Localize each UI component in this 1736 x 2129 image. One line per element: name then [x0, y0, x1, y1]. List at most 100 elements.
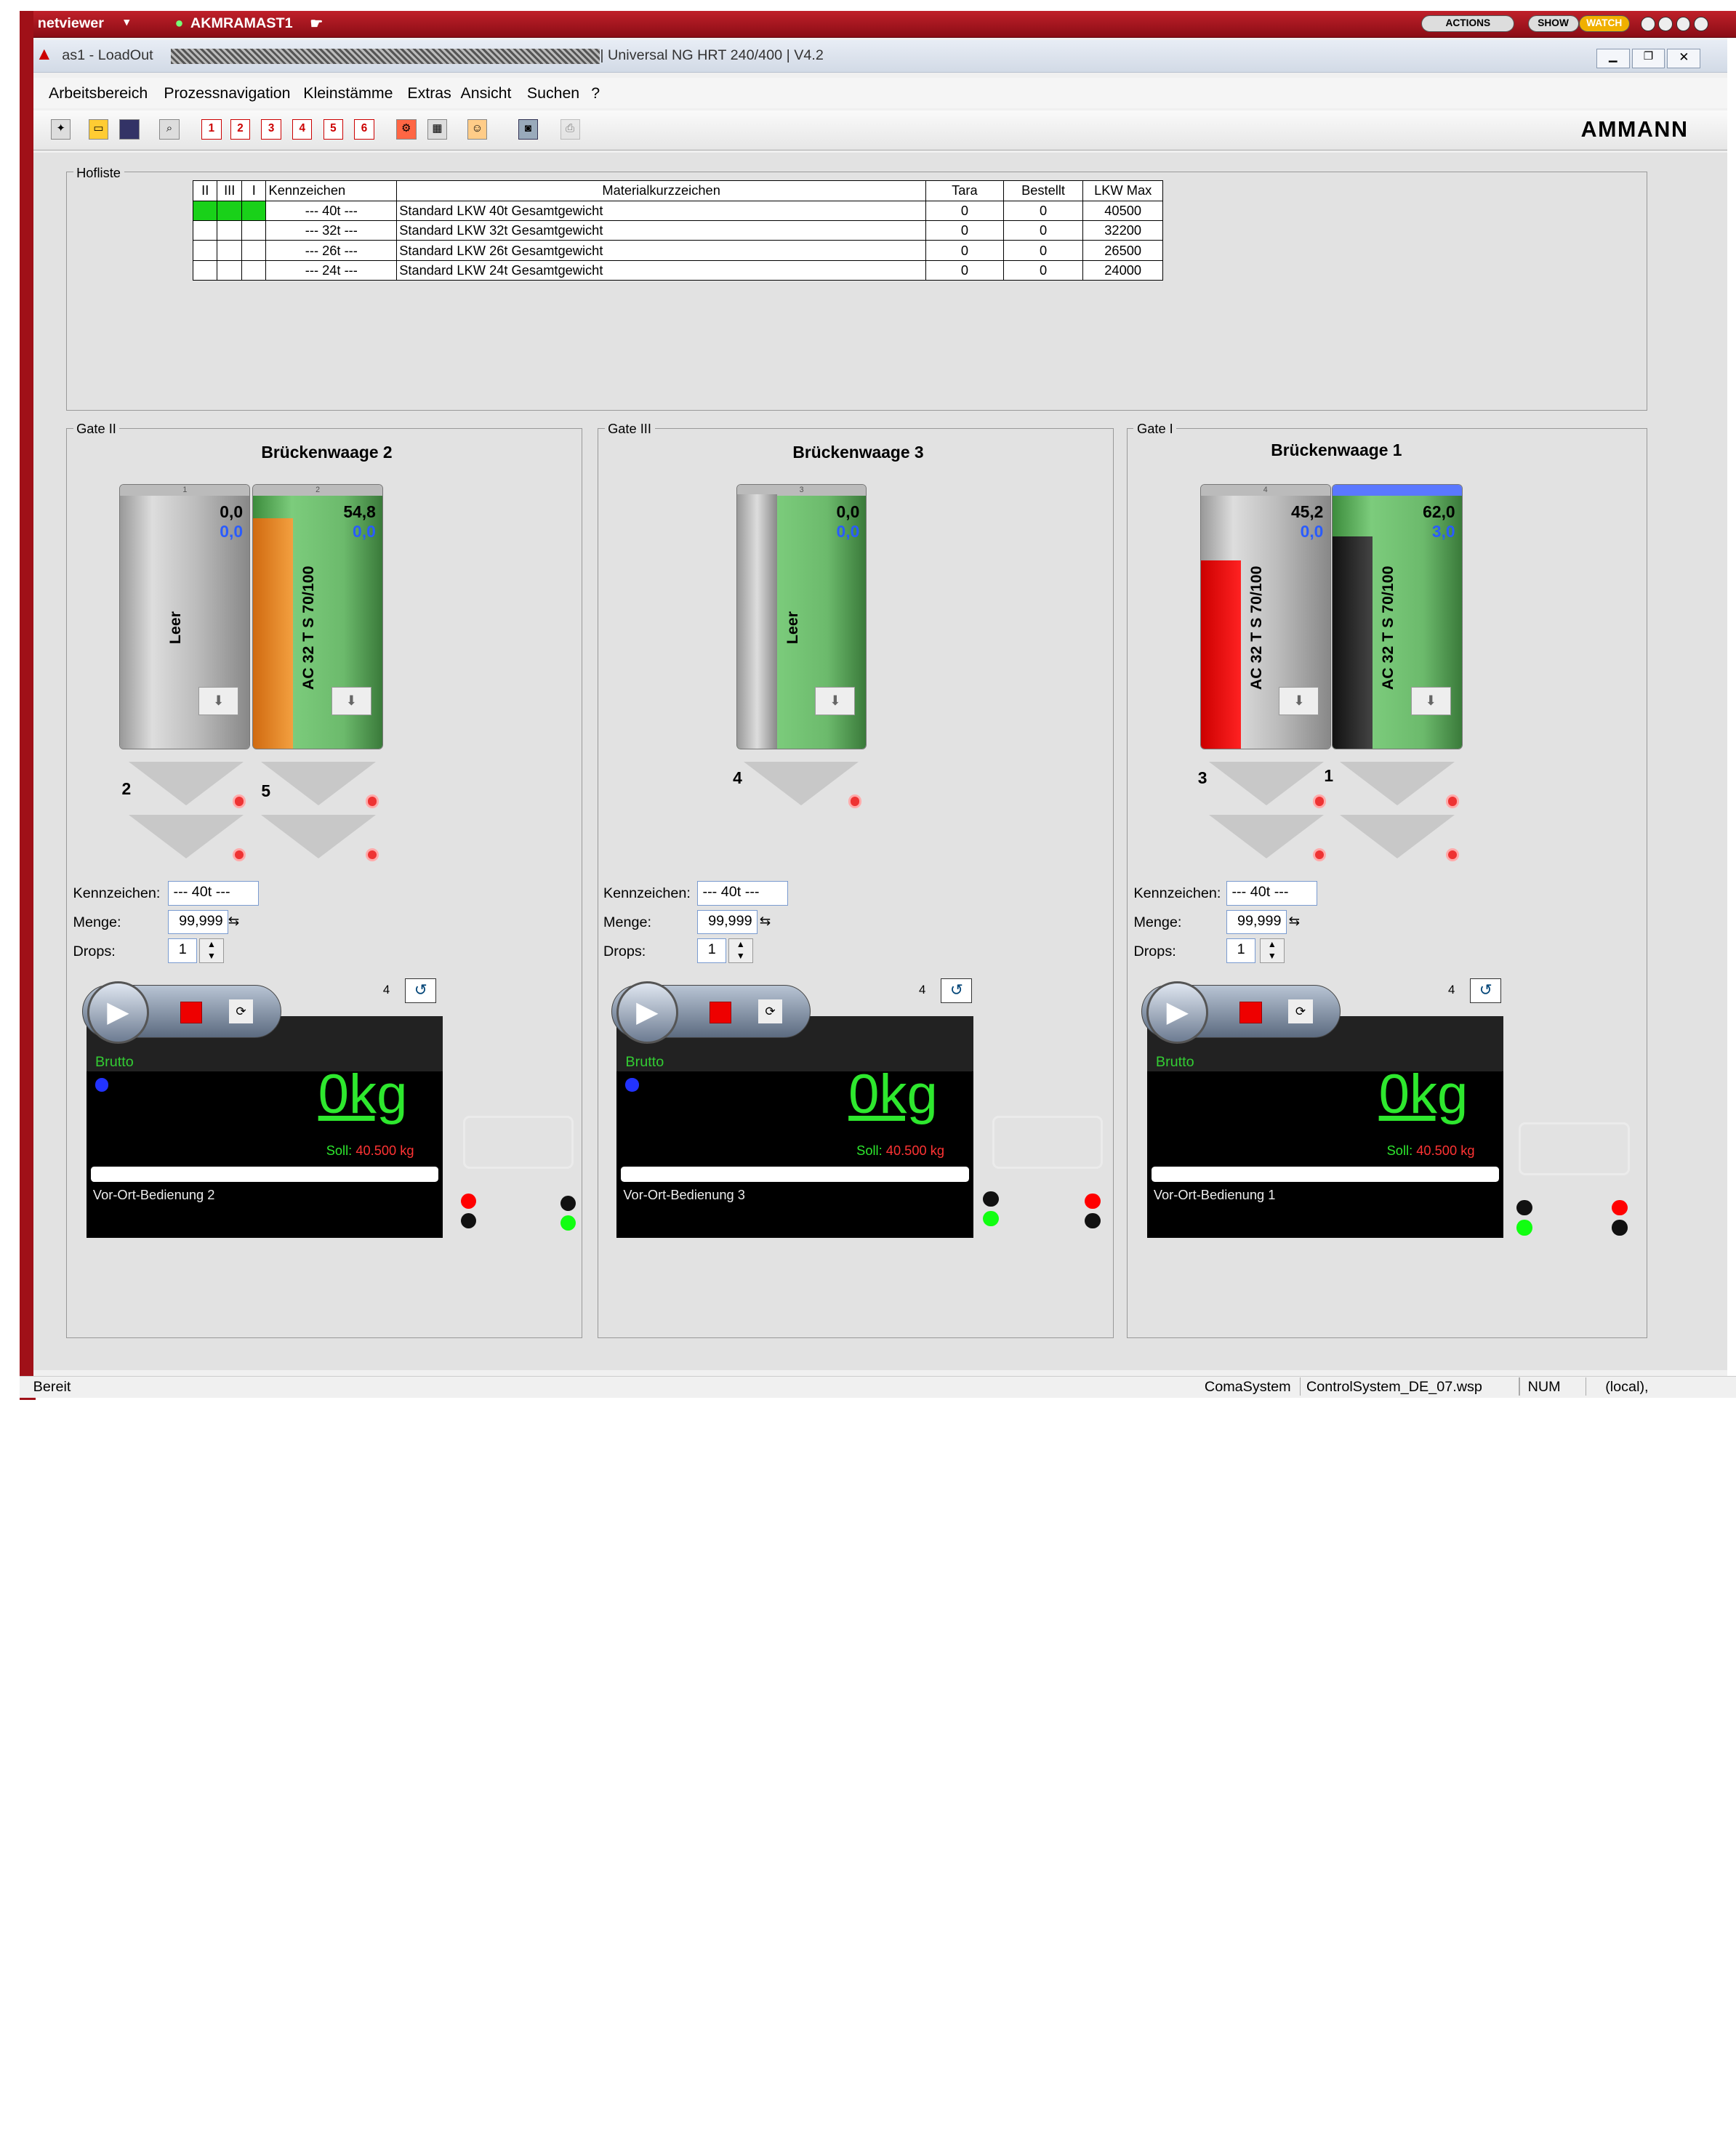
menu-kleinstaemme[interactable]: Kleinstämme: [303, 84, 393, 102]
silo-2-icon[interactable]: 2: [230, 119, 251, 140]
toggle-icon[interactable]: ⇆: [228, 913, 239, 929]
gate-iii-flag[interactable]: [217, 200, 242, 222]
discharge-button[interactable]: ⬇: [815, 686, 856, 716]
table-row[interactable]: --- 26t --- Standard LKW 26t Gesamtgewic…: [192, 240, 1163, 261]
toggle-icon[interactable]: ⇆: [1289, 913, 1300, 929]
watch-button[interactable]: WATCH: [1578, 15, 1630, 33]
gate-ii-flag[interactable]: [192, 200, 218, 222]
toggle-icon[interactable]: ⇆: [760, 913, 771, 929]
netviewer-menu[interactable]: netviewer: [38, 15, 104, 32]
process-icon[interactable]: ⚙: [396, 119, 417, 140]
gate-iii-flag[interactable]: [217, 220, 242, 241]
gate-i-flag[interactable]: [241, 259, 267, 281]
actions-button[interactable]: ACTIONS: [1421, 15, 1515, 33]
drops-stepper[interactable]: ▲ ▼: [1260, 938, 1285, 963]
silo-4-icon[interactable]: 4: [292, 119, 313, 140]
gate-ii-flag[interactable]: [192, 240, 218, 261]
gate-i-flag[interactable]: [241, 220, 267, 241]
gate-iii-flag[interactable]: [217, 259, 242, 281]
material-cell: Standard LKW 24t Gesamtgewicht: [396, 259, 927, 281]
menu-extras[interactable]: Extras: [407, 84, 451, 102]
restore-button[interactable]: ❐: [1631, 48, 1665, 69]
show-button[interactable]: SHOW: [1527, 15, 1579, 33]
silo-3[interactable]: 3 0,0 0,0 Leer ⬇: [736, 483, 867, 749]
menge-field[interactable]: 99,999: [697, 909, 758, 935]
menu-arbeitsbereich[interactable]: Arbeitsbereich: [49, 84, 148, 102]
gate-ii-flag[interactable]: [192, 220, 218, 241]
menu-ansicht[interactable]: Ansicht: [461, 84, 512, 102]
table-row[interactable]: --- 32t --- Standard LKW 32t Gesamtgewic…: [192, 220, 1163, 241]
menge-field[interactable]: 99,999: [1226, 909, 1287, 935]
save-icon[interactable]: [119, 119, 140, 140]
status-local: (local),: [1605, 1378, 1649, 1395]
display-icon[interactable]: ◙: [518, 119, 539, 140]
discharge-button[interactable]: ⬇: [331, 686, 371, 716]
drops-field[interactable]: 1: [1226, 938, 1255, 963]
drops-stepper[interactable]: ▲ ▼: [199, 938, 224, 963]
transport-control: ▶ ⟳: [1141, 981, 1341, 1044]
pause-icon[interactable]: ⟳: [758, 999, 783, 1024]
close-button[interactable]: ✕: [1667, 48, 1701, 69]
gate-i-flag[interactable]: [241, 240, 267, 261]
col-material: Materialkurzzeichen: [396, 180, 927, 201]
discharge-button[interactable]: ⬇: [198, 686, 238, 716]
pause-icon[interactable]: ⟳: [228, 999, 254, 1024]
restore-icon[interactable]: [1676, 16, 1691, 31]
undo-button[interactable]: ↺: [1470, 978, 1502, 1003]
open-folder-icon[interactable]: ▭: [88, 119, 109, 140]
silo-1[interactable]: 1 0,0 0,0 Leer ⬇: [119, 483, 251, 749]
chevron-down-icon[interactable]: ▾: [124, 15, 130, 28]
silo-5-icon[interactable]: 5: [323, 119, 344, 140]
kennzeichen-field[interactable]: --- 40t ---: [168, 881, 260, 906]
discharge-button[interactable]: ⬇: [1279, 686, 1319, 716]
pause-icon[interactable]: ⟳: [1288, 999, 1313, 1024]
minimize-button[interactable]: ▁: [1596, 48, 1630, 69]
status-text: Bereit: [33, 1378, 71, 1395]
menu-suchen[interactable]: Suchen: [527, 84, 579, 102]
silo-5[interactable]: 62,0 3,0 AC 32 T S 70/100 ⬇: [1332, 483, 1463, 749]
menu-prozessnavigation[interactable]: Prozessnavigation: [164, 84, 290, 102]
gate-i-flag[interactable]: [241, 200, 267, 222]
stop-button[interactable]: [1239, 1001, 1262, 1024]
play-button[interactable]: ▶: [1146, 981, 1209, 1044]
menu-help[interactable]: ?: [591, 84, 600, 102]
discharge-button[interactable]: ⬇: [1410, 686, 1451, 716]
gate-iii-title: Brückenwaage 3: [792, 443, 924, 462]
silo-1-icon[interactable]: 1: [201, 119, 222, 140]
progress-bar: [621, 1167, 969, 1183]
silo-level-bar: [1333, 536, 1373, 749]
traffic-light-off: [560, 1195, 576, 1212]
kennzeichen-field[interactable]: --- 40t ---: [697, 881, 789, 906]
gate-ii-flag[interactable]: [192, 259, 218, 281]
table-row[interactable]: --- 24t --- Standard LKW 24t Gesamtgewic…: [192, 259, 1163, 281]
minimize-icon[interactable]: [1658, 16, 1673, 31]
silo-4[interactable]: 4 45,2 0,0 AC 32 T S 70/100 ⬇: [1199, 483, 1331, 749]
kennzeichen-field[interactable]: --- 40t ---: [1226, 881, 1318, 906]
hand-icon[interactable]: ☛: [310, 15, 323, 33]
play-button[interactable]: ▶: [616, 981, 678, 1044]
stop-button[interactable]: [180, 1001, 203, 1024]
play-button[interactable]: ▶: [87, 981, 150, 1044]
close-icon[interactable]: [1694, 16, 1708, 31]
silo-3-icon[interactable]: 3: [261, 119, 281, 140]
users-icon[interactable]: ☺: [467, 119, 488, 140]
window-version: | Universal NG HRT 240/400 | V4.2: [600, 47, 824, 64]
menge-field[interactable]: 99,999: [168, 909, 228, 935]
window-icon[interactable]: [1640, 16, 1655, 31]
drops-field[interactable]: 1: [697, 938, 727, 963]
menu-bar: Arbeitsbereich Prozessnavigation Kleinst…: [33, 77, 1727, 109]
printer-icon[interactable]: ⎙: [560, 119, 580, 140]
table-row[interactable]: --- 40t --- Standard LKW 40t Gesamtgewic…: [192, 200, 1163, 222]
stop-button[interactable]: [709, 1001, 732, 1024]
undo-button[interactable]: ↺: [405, 978, 437, 1003]
gate-iii-flag[interactable]: [217, 240, 242, 261]
calculator-icon[interactable]: ▦: [427, 119, 448, 140]
drops-field[interactable]: 1: [168, 938, 198, 963]
silo-6-icon[interactable]: 6: [354, 119, 374, 140]
drop-count: 4: [919, 983, 926, 997]
undo-button[interactable]: ↺: [941, 978, 973, 1003]
drops-stepper[interactable]: ▲ ▼: [728, 938, 753, 963]
new-icon[interactable]: ✦: [51, 119, 71, 140]
silo-2[interactable]: 2 54,8 0,0 AC 32 T S 70/100 ⬇: [252, 483, 383, 749]
print-preview-icon[interactable]: ⌕: [159, 119, 180, 140]
